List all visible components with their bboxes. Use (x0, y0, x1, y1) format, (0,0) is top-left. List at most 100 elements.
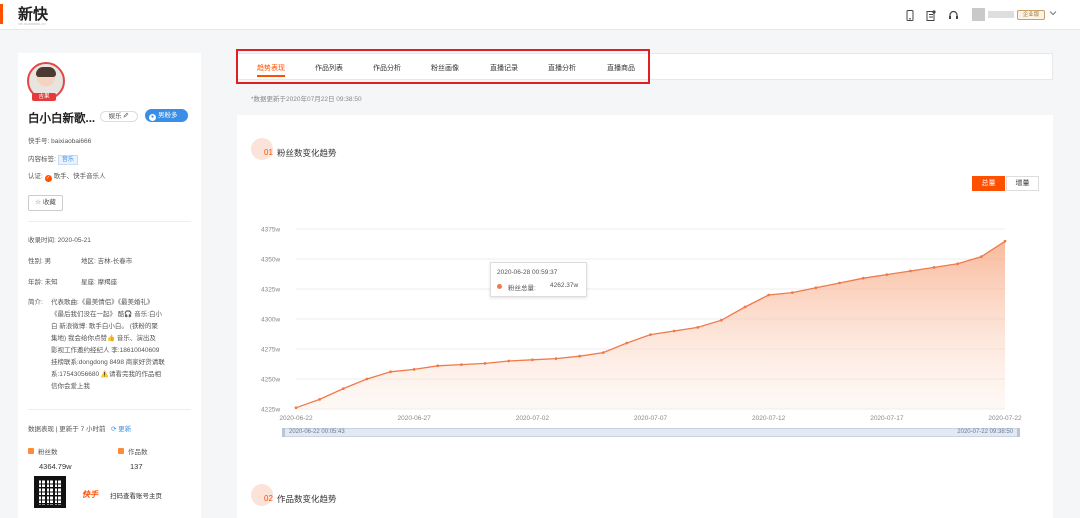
chart-card: 01 粉丝数变化趋势 总量 增量 4225w 4250w 4275w 4300w 432… (237, 115, 1053, 518)
data-point (507, 359, 511, 363)
range-handle-right[interactable] (1017, 428, 1020, 437)
tooltip-date: 2020-06-28 00:59:37 (497, 269, 558, 276)
content-tag[interactable]: 音乐 (57, 155, 78, 165)
chart-tooltip: 2020-06-28 00:59:37 粉丝总量: 4262.37w (490, 262, 587, 297)
gender-badge-label: 男粉多 (158, 112, 178, 119)
collect-button[interactable]: ☆ 收藏 (28, 195, 63, 211)
data-point (861, 276, 865, 280)
tabs-highlight-box (236, 49, 650, 84)
data-point (649, 333, 652, 336)
data-point (554, 357, 558, 360)
fans-area-fill (296, 241, 1005, 409)
top-bar: 新快 xin.kuaishou.cn 企业版 (0, 0, 1080, 30)
range-handle-left[interactable] (282, 428, 285, 437)
section-number: 02 (264, 494, 273, 503)
y-tick-label: 4300w (261, 317, 280, 324)
data-point (1003, 239, 1007, 243)
phone-icon[interactable] (904, 9, 916, 21)
tooltip-value: 4262.37w (550, 282, 579, 289)
data-point (460, 363, 463, 366)
x-tick-label: 2020-07-17 (870, 415, 904, 422)
edit-icon (123, 112, 129, 120)
x-tick-label: 2020-07-12 (752, 415, 786, 422)
collect-label: 收藏 (42, 199, 56, 206)
record-time: 收录时间: 2020-05-21 (28, 237, 91, 244)
data-point (578, 354, 581, 358)
x-tick-label: 2020-06-22 (279, 415, 313, 422)
fans-icon (28, 448, 34, 454)
data-point (956, 262, 960, 266)
bio-text: 代表歌曲:《最美情侣》《最美婚礼》 《最后我们没在一起》 酷🎧 音乐:白小 白 … (51, 299, 165, 390)
refresh-link[interactable]: 更新 (118, 426, 131, 433)
range-start-label: 2020-06-22 00:05:43 (289, 429, 345, 435)
data-point (909, 269, 912, 273)
male-user-icon: ● (149, 114, 156, 121)
app-logo-subtitle: xin.kuaishou.cn (18, 21, 46, 26)
y-tick-label: 4225w (261, 407, 280, 414)
data-point (696, 326, 700, 329)
user-avatar[interactable] (972, 8, 985, 21)
age-line: 年龄: 未知 (28, 279, 58, 286)
kuaishou-logo: 快手 (82, 490, 98, 499)
verification-label: 认证: (28, 173, 43, 180)
profile-name: 白小白新歌... (28, 113, 96, 125)
data-point (932, 266, 936, 269)
data-status-text: 数据表现 | 更新于 7 小时前 (28, 426, 106, 433)
profile-panel: 吉果 白小白新歌... 娱乐 ● 男粉多 快手号: baixiaobai666 内… (18, 53, 201, 518)
headset-icon[interactable] (947, 9, 959, 21)
data-point (530, 358, 534, 362)
data-point (483, 362, 487, 365)
data-point (625, 341, 629, 345)
category-label: 娱乐 (108, 113, 122, 120)
refresh-icon[interactable]: ⟳ (111, 426, 116, 433)
kuaishou-id: 快手号: baixiaobai666 (28, 138, 92, 145)
x-tick-label: 2020-07-22 (988, 415, 1022, 422)
fans-count-value: 4364.79w (39, 462, 72, 471)
range-end-label: 2020-07-22 09:38:50 (957, 429, 1013, 435)
works-count-label: 作品数 (118, 446, 148, 456)
user-name-blurred[interactable] (988, 11, 1014, 18)
data-point (979, 255, 983, 258)
divider (28, 409, 191, 410)
fans-trend-chart: 4225w 4250w 4275w 4300w 4325w 4350w 4375w 2020… (261, 227, 1022, 423)
category-tag[interactable]: 娱乐 (100, 111, 138, 122)
data-point (743, 305, 747, 309)
y-tick-label: 4325w (261, 287, 280, 294)
data-point (412, 368, 416, 371)
x-tick-label: 2020-07-07 (634, 415, 668, 422)
fans-label-text: 粉丝数 (38, 449, 58, 456)
tooltip-series-dot (497, 284, 502, 289)
content-tags-label: 内容标签: (28, 156, 56, 163)
logo-accent (0, 4, 3, 24)
zodiac-line: 星座: 摩羯座 (81, 279, 118, 286)
data-point (767, 293, 771, 297)
data-point (365, 377, 369, 381)
avatar-tag: 吉果 (32, 93, 56, 101)
chevron-down-icon[interactable] (1049, 9, 1057, 19)
data-point (672, 329, 676, 333)
verification-text: 歌手、快手音乐人 (53, 173, 106, 180)
data-point (389, 370, 392, 374)
data-point (790, 291, 794, 294)
content-tags-row: 内容标签: 音乐 (28, 153, 78, 165)
works-icon (118, 448, 124, 454)
y-tick-label: 4250w (261, 377, 280, 384)
divider (28, 221, 191, 222)
y-tick-label: 4275w (261, 347, 280, 354)
data-point (601, 351, 605, 354)
tooltip-label: 粉丝总量: (508, 285, 536, 292)
clipboard-icon[interactable] (925, 9, 937, 21)
update-note: *数据更新于2020年07月22日 09:38:50 (251, 96, 362, 103)
gender-line: 性别: 男 (28, 258, 52, 265)
data-point (341, 387, 345, 390)
works-label-text: 作品数 (128, 449, 148, 456)
scan-text: 扫码查看账号主页 (110, 493, 162, 500)
data-status-row: 数据表现 | 更新于 7 小时前 ⟳ 更新 (28, 423, 131, 433)
gender-badge: ● 男粉多 (145, 109, 188, 122)
verification-row: 认证: ✓ 歌手、快手音乐人 (28, 170, 106, 182)
y-tick-label: 4375w (261, 227, 280, 234)
qr-code (34, 476, 66, 508)
date-range-slider[interactable]: 2020-06-22 00:05:43 2020-07-22 09:38:50 (282, 428, 1020, 437)
data-point (436, 364, 440, 368)
verified-icon: ✓ (44, 175, 52, 182)
